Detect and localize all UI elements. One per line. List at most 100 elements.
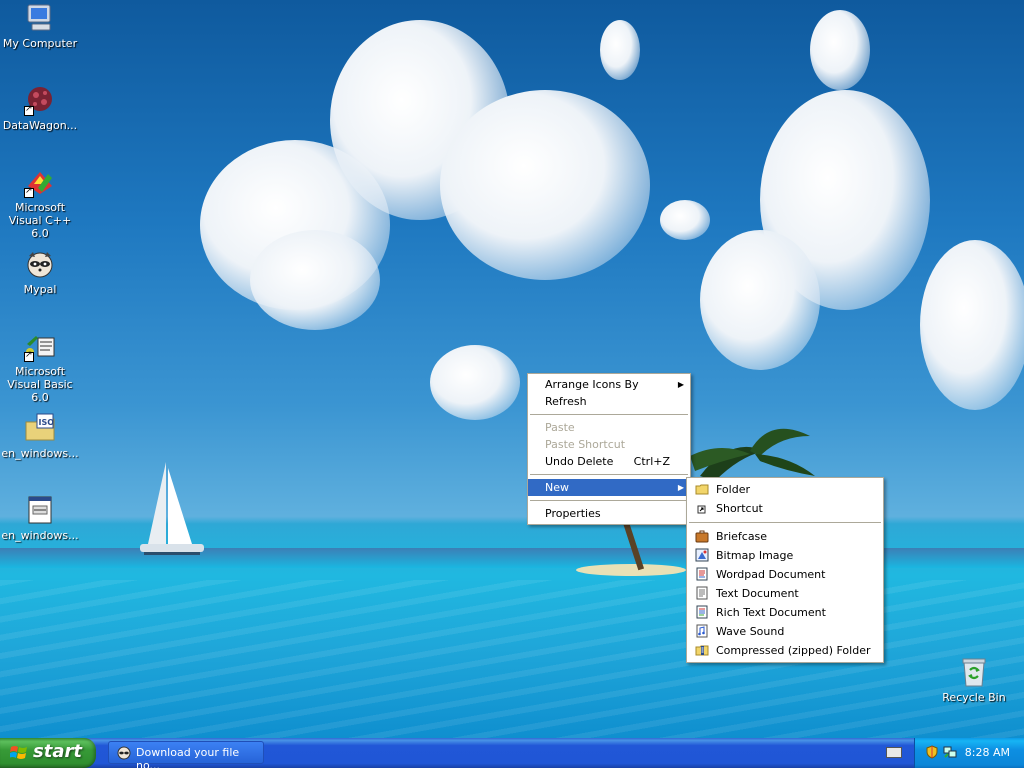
network-connection-icon[interactable] xyxy=(943,745,957,759)
wallpaper-cloud xyxy=(810,10,870,90)
new-item-folder[interactable]: Folder xyxy=(687,480,883,499)
taskbar-button-label: Download your file no... xyxy=(136,746,240,772)
mypal-raccoon-icon xyxy=(117,746,131,760)
visual-basic-icon xyxy=(24,330,56,362)
new-item-rich-text-document[interactable]: Rich Text Document xyxy=(687,603,883,622)
folder-icon xyxy=(695,482,709,496)
new-submenu: Folder Shortcut Briefcase Bitmap Image W… xyxy=(686,477,884,663)
new-item-compressed-folder[interactable]: Compressed (zipped) Folder xyxy=(687,641,883,660)
desktop-icon-label: Microsoft Visual C++ 6.0 xyxy=(8,201,72,240)
menu-item-label: Paste Shortcut xyxy=(545,438,626,451)
menu-item-label: Bitmap Image xyxy=(716,549,794,562)
menu-item-label: Text Document xyxy=(716,587,799,600)
submenu-arrow-icon: ▶ xyxy=(677,483,684,492)
menu-item-label: Shortcut xyxy=(716,502,763,515)
wallpaper-island xyxy=(576,564,686,576)
setup-window-icon xyxy=(24,494,56,526)
iso-file-icon-item[interactable]: ISO en_windows... xyxy=(0,412,80,460)
new-item-shortcut[interactable]: Shortcut xyxy=(687,499,883,518)
wallpaper-cloud xyxy=(430,345,520,420)
zipped-folder-icon xyxy=(695,643,709,657)
menu-item-label: New xyxy=(545,481,569,494)
visual-studio-icon xyxy=(24,166,56,198)
menu-separator xyxy=(530,474,688,475)
windows-logo-icon xyxy=(9,745,28,761)
menu-item-label: Wordpad Document xyxy=(716,568,826,581)
new-item-wave-sound[interactable]: Wave Sound xyxy=(687,622,883,641)
mypal-raccoon-icon xyxy=(24,248,56,280)
wallpaper-sailboat xyxy=(140,462,204,555)
menu-item-new[interactable]: New ▶ xyxy=(528,479,690,496)
menu-item-label: Wave Sound xyxy=(716,625,785,638)
menu-item-properties[interactable]: Properties xyxy=(528,505,690,522)
desktop-icon-label: en_windows... xyxy=(1,529,79,542)
recycle-bin-icon xyxy=(958,656,990,688)
menu-separator xyxy=(689,522,881,523)
menu-separator xyxy=(530,500,688,501)
desktop-icon-label: Mypal xyxy=(23,283,57,296)
menu-item-refresh[interactable]: Refresh xyxy=(528,393,690,410)
my-computer-icon-shortcut[interactable]: My Computer xyxy=(0,2,80,50)
menu-item-undo-delete[interactable]: Undo Delete Ctrl+Z xyxy=(528,453,690,470)
wallpaper-cloud xyxy=(660,200,710,240)
system-tray: 8:28 AM xyxy=(914,738,1024,768)
visual-basic-shortcut[interactable]: Microsoft Visual Basic 6.0 xyxy=(0,330,80,404)
mypal-shortcut[interactable]: Mypal xyxy=(0,248,80,296)
datawagon-globe-icon xyxy=(24,84,56,116)
desktop-context-menu: Arrange Icons By ▶ Refresh Paste Paste S… xyxy=(527,373,691,525)
desktop-icon-label: Recycle Bin xyxy=(942,691,1006,704)
computer-icon xyxy=(24,2,56,34)
datawagon-shortcut[interactable]: DataWagon... xyxy=(0,84,80,132)
submenu-arrow-icon: ▶ xyxy=(677,380,684,389)
menu-item-accelerator: Ctrl+Z xyxy=(633,455,670,468)
wordpad-document-icon xyxy=(695,567,709,581)
clock: 8:28 AM xyxy=(964,746,1010,759)
menu-item-label: Folder xyxy=(716,483,750,496)
shortcut-arrow-icon xyxy=(24,350,34,362)
new-item-bitmap-image[interactable]: Bitmap Image xyxy=(687,546,883,565)
start-button[interactable]: start xyxy=(0,738,96,768)
desktop-icon-label: Microsoft Visual Basic 6.0 xyxy=(7,365,73,404)
menu-item-label: Properties xyxy=(545,507,601,520)
desktop-icon-label: My Computer xyxy=(2,37,78,50)
security-shield-icon[interactable] xyxy=(925,745,939,759)
menu-item-paste-shortcut: Paste Shortcut xyxy=(528,436,690,453)
svg-text:ISO: ISO xyxy=(39,418,55,427)
start-label: start xyxy=(33,741,82,762)
iso-file-icon: ISO xyxy=(24,412,56,444)
shortcut-icon xyxy=(695,501,709,515)
new-item-briefcase[interactable]: Briefcase xyxy=(687,527,883,546)
visual-cpp-shortcut[interactable]: Microsoft Visual C++ 6.0 xyxy=(0,166,80,240)
menu-item-label: Compressed (zipped) Folder xyxy=(716,644,871,657)
bitmap-image-icon xyxy=(695,548,709,562)
keyboard-language-icon[interactable] xyxy=(886,747,902,758)
new-item-text-document[interactable]: Text Document xyxy=(687,584,883,603)
desktop-icon-label: DataWagon... xyxy=(2,119,78,132)
rich-text-document-icon xyxy=(695,605,709,619)
menu-separator xyxy=(530,414,688,415)
menu-item-arrange-icons-by[interactable]: Arrange Icons By ▶ xyxy=(528,376,690,393)
menu-item-label: Undo Delete xyxy=(545,455,614,468)
desktop[interactable]: My Computer DataWagon... Microsoft Visua… xyxy=(0,0,1024,738)
wallpaper-cloud xyxy=(920,240,1024,410)
wallpaper-cloud xyxy=(440,90,650,280)
menu-item-label: Paste xyxy=(545,421,575,434)
menu-item-label: Refresh xyxy=(545,395,587,408)
menu-item-label: Rich Text Document xyxy=(716,606,826,619)
wallpaper-cloud xyxy=(600,20,640,80)
shortcut-arrow-icon xyxy=(24,104,34,116)
taskbar-button-download[interactable]: Download your file no... xyxy=(108,741,264,772)
wallpaper-cloud xyxy=(250,230,380,330)
menu-item-label: Arrange Icons By xyxy=(545,378,639,391)
menu-item-label: Briefcase xyxy=(716,530,768,543)
recycle-bin-shortcut[interactable]: Recycle Bin xyxy=(934,656,1014,704)
briefcase-icon xyxy=(695,529,709,543)
menu-item-paste: Paste xyxy=(528,419,690,436)
wave-sound-icon xyxy=(695,624,709,638)
wallpaper-palm-leaves xyxy=(690,428,815,481)
wallpaper-cloud xyxy=(700,230,820,370)
taskbar: start Download your file no... 8:28 AM xyxy=(0,738,1024,772)
shortcut-arrow-icon xyxy=(24,186,34,198)
new-item-wordpad-document[interactable]: Wordpad Document xyxy=(687,565,883,584)
setup-file-icon-item[interactable]: en_windows... xyxy=(0,494,80,542)
